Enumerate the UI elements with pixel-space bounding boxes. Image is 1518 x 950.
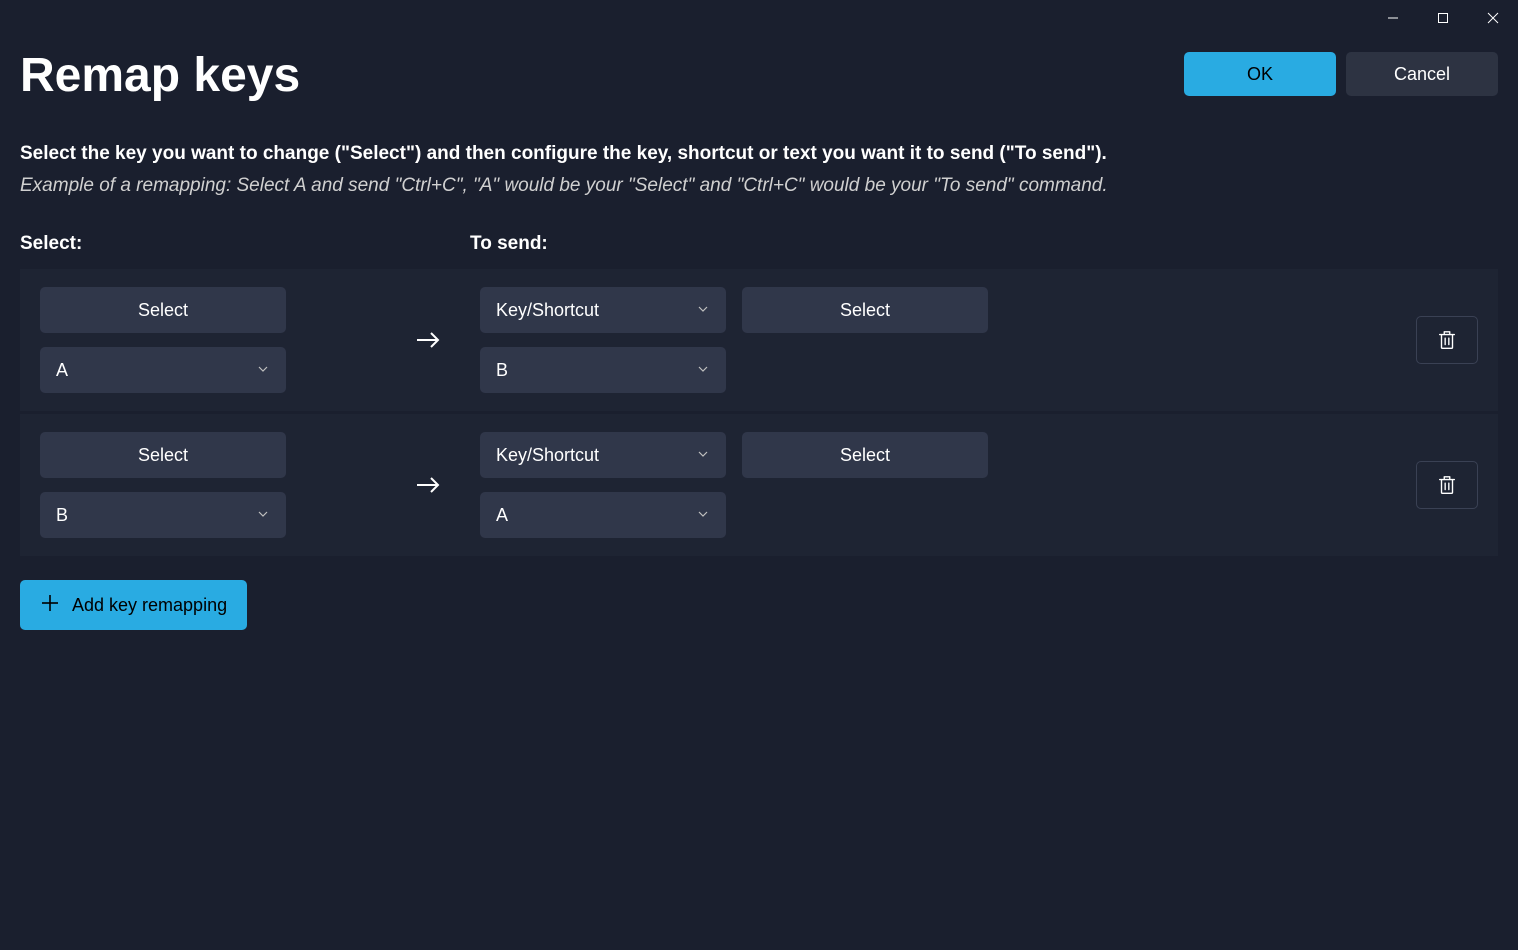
tosend-column: Key/Shortcut Select A [480,432,988,538]
header-buttons: OK Cancel [1184,52,1498,96]
ok-button[interactable]: OK [1184,52,1336,96]
select-key-dropdown[interactable]: B [40,492,286,538]
send-key-value: B [496,360,508,381]
description-text: Select the key you want to change ("Sele… [20,143,1498,165]
send-type-value: Key/Shortcut [496,445,599,466]
column-headers: Select: To send: [20,233,1498,255]
send-type-dropdown[interactable]: Key/Shortcut [480,287,726,333]
add-remapping-button[interactable]: Add key remapping [20,580,247,630]
tosend-top-group: Key/Shortcut Select [480,287,988,333]
select-key-value: A [56,360,68,381]
minimize-icon [1387,12,1399,24]
select-column-header: Select: [20,233,470,255]
select-key-button[interactable]: Select [40,287,286,333]
arrow-separator [375,325,480,355]
maximize-icon [1437,12,1449,24]
arrow-separator [375,470,480,500]
chevron-down-icon [696,445,710,466]
chevron-down-icon [696,300,710,321]
select-key-value: B [56,505,68,526]
send-type-dropdown[interactable]: Key/Shortcut [480,432,726,478]
arrow-right-icon [413,470,443,500]
select-column: Select A [40,287,375,393]
delete-row-button[interactable] [1416,461,1478,509]
tosend-column-header: To send: [470,233,548,255]
send-type-value: Key/Shortcut [496,300,599,321]
content-area: Remap keys OK Cancel Select the key you … [0,36,1518,650]
trash-icon [1436,329,1458,351]
trash-icon [1436,474,1458,496]
remap-row: Select A Key/Shortcut [20,269,1498,411]
tosend-column: Key/Shortcut Select B [480,287,988,393]
select-column: Select B [40,432,375,538]
select-key-dropdown[interactable]: A [40,347,286,393]
remap-row: Select B Key/Shortcut [20,414,1498,556]
maximize-button[interactable] [1418,0,1468,36]
close-icon [1487,12,1499,24]
example-text: Example of a remapping: Select A and sen… [20,175,1498,197]
chevron-down-icon [696,360,710,381]
delete-row-button[interactable] [1416,316,1478,364]
tosend-top-group: Key/Shortcut Select [480,432,988,478]
chevron-down-icon [256,360,270,381]
send-key-dropdown[interactable]: A [480,492,726,538]
page-title: Remap keys [20,48,300,103]
send-key-value: A [496,505,508,526]
chevron-down-icon [256,505,270,526]
header-row: Remap keys OK Cancel [20,48,1498,103]
close-button[interactable] [1468,0,1518,36]
select-send-button[interactable]: Select [742,287,988,333]
add-remapping-label: Add key remapping [72,595,227,616]
minimize-button[interactable] [1368,0,1418,36]
cancel-button[interactable]: Cancel [1346,52,1498,96]
titlebar [0,0,1518,36]
plus-icon [40,593,60,618]
arrow-right-icon [413,325,443,355]
select-send-button[interactable]: Select [742,432,988,478]
chevron-down-icon [696,505,710,526]
send-key-dropdown[interactable]: B [480,347,726,393]
select-key-button[interactable]: Select [40,432,286,478]
